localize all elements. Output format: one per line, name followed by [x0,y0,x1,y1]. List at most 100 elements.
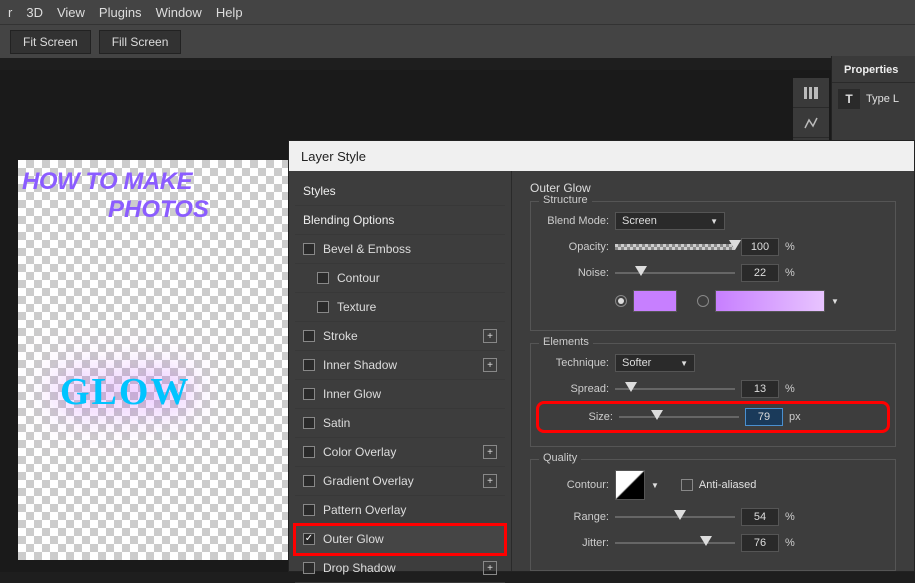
jitter-slider[interactable] [615,536,735,550]
style-label: Gradient Overlay [323,474,414,488]
size-row-highlighted: Size: px [541,406,885,428]
chevron-down-icon: ▼ [680,359,688,368]
style-label: Stroke [323,329,358,343]
layer-style-dialog: Layer Style Styles Blending Options Beve… [288,140,915,572]
menu-bar: r 3D View Plugins Window Help [0,0,915,24]
color-swatch[interactable] [633,290,677,312]
style-checkbox[interactable] [317,301,329,313]
style-label: Satin [323,416,350,430]
elements-group: Elements Technique: Softer▼ Spread: % Si… [530,343,896,447]
fill-screen-button[interactable]: Fill Screen [99,30,182,54]
style-checkbox[interactable] [303,504,315,516]
spread-input[interactable] [741,380,779,398]
menu-plugins[interactable]: Plugins [99,5,142,20]
fit-screen-button[interactable]: Fit Screen [10,30,91,54]
style-checkbox[interactable] [303,446,315,458]
style-item-inner-glow[interactable]: Inner Glow [295,380,505,409]
color-radio[interactable] [615,295,627,307]
gradient-swatch[interactable] [715,290,825,312]
canvas[interactable]: HOW TO MAKE PHOTOS GLOW [18,160,288,560]
plus-icon[interactable]: + [483,561,497,575]
menu-view[interactable]: View [57,5,85,20]
spread-unit: % [785,383,801,395]
toolbar: Fit Screen Fill Screen [0,24,915,58]
menu-window[interactable]: Window [156,5,202,20]
style-item-stroke[interactable]: Stroke + [295,322,505,351]
noise-label: Noise: [541,267,609,279]
style-checkbox[interactable] [317,272,329,284]
style-item-gradient-overlay[interactable]: Gradient Overlay + [295,467,505,496]
style-item-satin[interactable]: Satin [295,409,505,438]
chevron-down-icon: ▼ [710,217,718,226]
technique-label: Technique: [541,357,609,369]
range-slider[interactable] [615,510,735,524]
style-item-pattern-overlay[interactable]: Pattern Overlay [295,496,505,525]
type-tool-icon[interactable]: T [838,89,860,109]
type-layer-label: Type L [866,93,899,105]
style-item-outer-glow[interactable]: Outer Glow [295,525,505,554]
size-slider[interactable] [619,410,739,424]
style-label: Pattern Overlay [323,503,406,517]
opacity-unit: % [785,241,801,253]
style-checkbox[interactable] [303,562,315,574]
quality-group: Quality Contour: ▼ Anti-aliased Range: % [530,459,896,571]
style-checkbox[interactable] [303,359,315,371]
quality-legend: Quality [539,452,581,464]
noise-unit: % [785,267,801,279]
style-item-inner-shadow[interactable]: Inner Shadow + [295,351,505,380]
plus-icon[interactable]: + [483,474,497,488]
structure-group: Structure Blend Mode: Screen▼ Opacity: %… [530,201,896,331]
plus-icon[interactable]: + [483,329,497,343]
opacity-label: Opacity: [541,241,609,253]
style-item-drop-shadow[interactable]: Drop Shadow + [295,554,505,583]
plus-icon[interactable]: + [483,445,497,459]
range-input[interactable] [741,508,779,526]
style-label: Drop Shadow [323,561,396,575]
toggle-icon-1[interactable] [793,78,829,108]
panel-toggle-bar [793,78,829,148]
chevron-down-icon[interactable]: ▼ [651,481,659,490]
spread-label: Spread: [541,383,609,395]
range-label: Range: [541,511,609,523]
chevron-down-icon[interactable]: ▼ [831,297,839,306]
size-label: Size: [545,411,613,423]
style-checkbox[interactable] [303,533,315,545]
style-item-texture[interactable]: Texture [295,293,505,322]
contour-label: Contour: [541,479,609,491]
style-checkbox[interactable] [303,475,315,487]
technique-select[interactable]: Softer▼ [615,354,695,372]
styles-header[interactable]: Styles [295,177,505,206]
blend-mode-select[interactable]: Screen▼ [615,212,725,230]
anti-aliased-checkbox[interactable] [681,479,693,491]
menu-3d[interactable]: 3D [26,5,43,20]
size-unit: px [789,411,805,423]
menu-r[interactable]: r [8,5,12,20]
menu-help[interactable]: Help [216,5,243,20]
range-unit: % [785,511,801,523]
jitter-input[interactable] [741,534,779,552]
noise-input[interactable] [741,264,779,282]
blending-options[interactable]: Blending Options [295,206,505,235]
style-checkbox[interactable] [303,243,315,255]
style-label: Inner Shadow [323,358,397,372]
style-item-color-overlay[interactable]: Color Overlay+ [295,438,505,467]
style-checkbox[interactable] [303,388,315,400]
gradient-radio[interactable] [697,295,709,307]
size-input[interactable] [745,408,783,426]
opacity-input[interactable] [741,238,779,256]
style-item-contour[interactable]: Contour [295,264,505,293]
elements-legend: Elements [539,336,593,348]
plus-icon[interactable]: + [483,358,497,372]
style-checkbox[interactable] [303,417,315,429]
canvas-text-line2: PHOTOS [108,196,209,224]
opacity-slider[interactable] [615,240,735,254]
style-checkbox[interactable] [303,330,315,342]
noise-slider[interactable] [615,266,735,280]
style-label: Inner Glow [323,387,381,401]
spread-slider[interactable] [615,382,735,396]
contour-picker[interactable] [615,470,645,500]
style-item-bevel-emboss[interactable]: Bevel & Emboss [295,235,505,264]
toggle-icon-2[interactable] [793,108,829,138]
panel-title: Outer Glow [530,181,896,195]
canvas-glow-text: GLOW [60,370,190,414]
